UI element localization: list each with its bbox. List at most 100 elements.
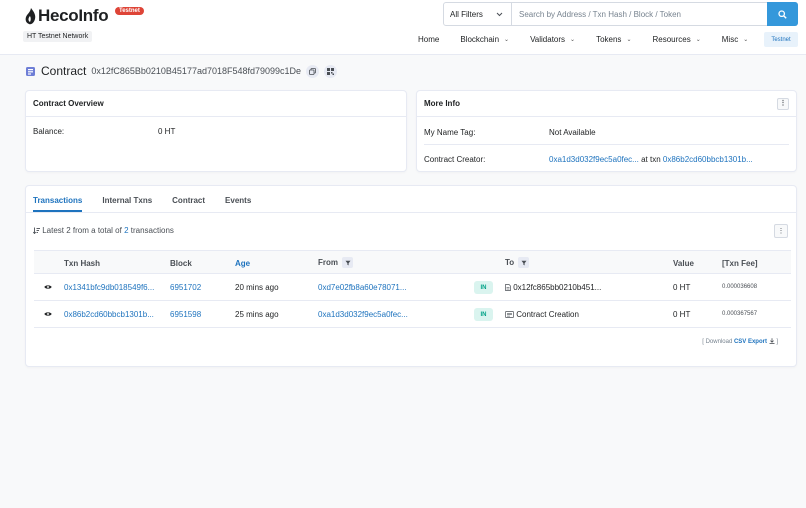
chevron-down-icon: ⌄ <box>504 37 510 43</box>
eye-icon[interactable] <box>44 284 52 290</box>
file-icon <box>505 284 511 291</box>
txn-hash-link[interactable]: 0x86b2cd60bbcb1301b... <box>64 310 154 319</box>
name-tag-label: My Name Tag: <box>424 128 476 137</box>
age-value: 20 mins ago <box>235 283 279 292</box>
more-options-button[interactable]: ⋮ <box>777 97 789 110</box>
sort-icon <box>32 227 40 235</box>
chevron-down-icon <box>496 12 503 16</box>
contract-overview-heading: Contract Overview <box>33 99 104 108</box>
chevron-down-icon: ⌄ <box>570 37 576 43</box>
from-address-link[interactable]: 0xd7e02fb8a60e78071... <box>318 283 407 292</box>
summary-prefix: Latest 2 from a total of <box>42 226 122 235</box>
col-value: Value <box>673 259 694 268</box>
main-nav: Home Blockchain ⌄ Validators ⌄ Tokens ⌄ Res… <box>418 35 769 44</box>
creator-txn-link[interactable]: 0x86b2cd60bbcb1301b... <box>663 155 753 164</box>
nav-tokens[interactable]: Tokens ⌄ <box>596 35 631 44</box>
transactions-card: Transactions Internal Txns Contract Even… <box>25 185 797 367</box>
nav-resources-label: Resources <box>652 35 691 44</box>
more-info-heading: More Info <box>424 99 460 108</box>
chevron-down-icon: ⌄ <box>743 37 749 43</box>
creator-address-link[interactable]: 0xa1d3d032f9ec5a0fec... <box>549 155 639 164</box>
heco-logo-icon <box>25 7 36 24</box>
eye-icon[interactable] <box>44 311 52 317</box>
contract-overview-card: Contract Overview Balance: 0 HT <box>25 90 407 172</box>
col-from-label: From <box>318 258 338 267</box>
qr-code-button[interactable] <box>324 64 338 78</box>
col-to-label: To <box>505 258 515 267</box>
search-input[interactable] <box>512 3 767 25</box>
tab-events[interactable]: Events <box>225 196 251 212</box>
nav-misc[interactable]: Misc ⌄ <box>722 35 748 44</box>
nav-blockchain-label: Blockchain <box>460 35 500 44</box>
balance-label: Balance: <box>33 127 65 136</box>
table-row: 0x1341bfc9db018549f6... 6951702 20 mins … <box>34 274 791 301</box>
chevron-down-icon: ⌄ <box>695 37 701 43</box>
table-row: 0x86b2cd60bbcb1301b... 6951598 25 mins a… <box>34 301 791 328</box>
block-link[interactable]: 6951702 <box>170 283 201 292</box>
contract-address: 0x12fC865Bb0210B45177ad7018F548fd79099c1… <box>91 66 302 76</box>
from-address-link[interactable]: 0xa1d3d032f9ec5a0fec... <box>318 310 408 319</box>
direction-badge: IN <box>474 281 493 294</box>
search-icon <box>778 9 787 19</box>
csv-export-link[interactable]: CSV Export <box>734 339 767 345</box>
nav-home[interactable]: Home <box>418 35 439 44</box>
search-button[interactable] <box>767 2 798 26</box>
contract-creator-label: Contract Creator: <box>424 155 486 164</box>
to-cell: 0x12fc865bb0210b451... <box>505 283 601 292</box>
age-value: 25 mins ago <box>235 310 279 319</box>
contract-creator-value: 0xa1d3d032f9ec5a0fec... at txn 0x86b2cd6… <box>549 155 753 164</box>
tab-internal-txns[interactable]: Internal Txns <box>102 196 152 212</box>
copy-icon <box>309 67 316 75</box>
txn-fee-value: 0.000036608 <box>722 284 758 290</box>
filter-to-button[interactable] <box>518 257 530 268</box>
nav-resources[interactable]: Resources ⌄ <box>652 35 700 44</box>
filter-from-button[interactable] <box>342 257 353 268</box>
tab-transactions[interactable]: Transactions <box>33 196 83 212</box>
contract-creation-label: Contract Creation <box>516 310 579 319</box>
nav-tokens-label: Tokens <box>596 35 622 44</box>
page-title: Contract 0x12fC865Bb0210B45177ad7018F548… <box>25 64 338 78</box>
col-from: From <box>318 257 353 268</box>
block-link[interactable]: 6951598 <box>170 310 201 319</box>
csv-export: [ Download CSV Export ] <box>702 338 778 345</box>
contract-creation-icon <box>505 311 514 318</box>
summary-suffix: transactions <box>130 226 174 235</box>
filter-icon <box>345 260 350 265</box>
tab-bar: Transactions Internal Txns Contract Even… <box>26 186 796 213</box>
logo[interactable]: HecoInfo <box>25 6 109 26</box>
more-vertical-icon: ⋮ <box>777 227 785 235</box>
txn-hash-link[interactable]: 0x1341bfc9db018549f6... <box>64 283 154 292</box>
csv-suffix: ] <box>776 339 778 345</box>
tab-contract[interactable]: Contract <box>172 196 205 212</box>
nav-validators[interactable]: Validators ⌄ <box>530 35 575 44</box>
summary-count-link[interactable]: 2 <box>124 226 128 235</box>
col-txn-hash: Txn Hash <box>64 259 101 268</box>
nav-blockchain[interactable]: Blockchain ⌄ <box>460 35 509 44</box>
col-to: To <box>505 257 530 268</box>
col-txn-fee: [Txn Fee] <box>722 259 758 268</box>
to-cell: Contract Creation <box>505 310 579 319</box>
divider <box>424 144 789 145</box>
at-txn-label: at txn <box>641 155 661 164</box>
col-age[interactable]: Age <box>235 259 250 268</box>
direction-badge: IN <box>474 308 493 321</box>
logo-text: HecoInfo <box>38 6 109 25</box>
table-options-button[interactable]: ⋮ <box>774 224 788 238</box>
name-tag-value: Not Available <box>549 128 596 137</box>
search-filter-select[interactable]: All Filters <box>444 3 512 25</box>
more-info-card: More Info ⋮ My Name Tag: Not Available C… <box>416 90 797 172</box>
col-block: Block <box>170 259 192 268</box>
balance-value: 0 HT <box>158 127 176 136</box>
to-address-link[interactable]: 0x12fc865bb0210b451... <box>513 283 601 292</box>
search-bar: All Filters <box>443 2 798 26</box>
csv-prefix: [ Download <box>702 339 733 345</box>
filter-icon <box>521 260 527 265</box>
value-amount: 0 HT <box>673 283 691 292</box>
testnet-switch-button[interactable]: Testnet <box>764 32 798 47</box>
site-header: HecoInfo Testnet HT Testnet Network All … <box>0 0 806 55</box>
copy-address-button[interactable] <box>306 64 320 78</box>
chevron-down-icon: ⌄ <box>626 37 632 43</box>
network-label: HT Testnet Network <box>23 31 93 42</box>
txn-fee-value: 0.000367567 <box>722 311 758 317</box>
card-header: Contract Overview <box>26 91 406 117</box>
